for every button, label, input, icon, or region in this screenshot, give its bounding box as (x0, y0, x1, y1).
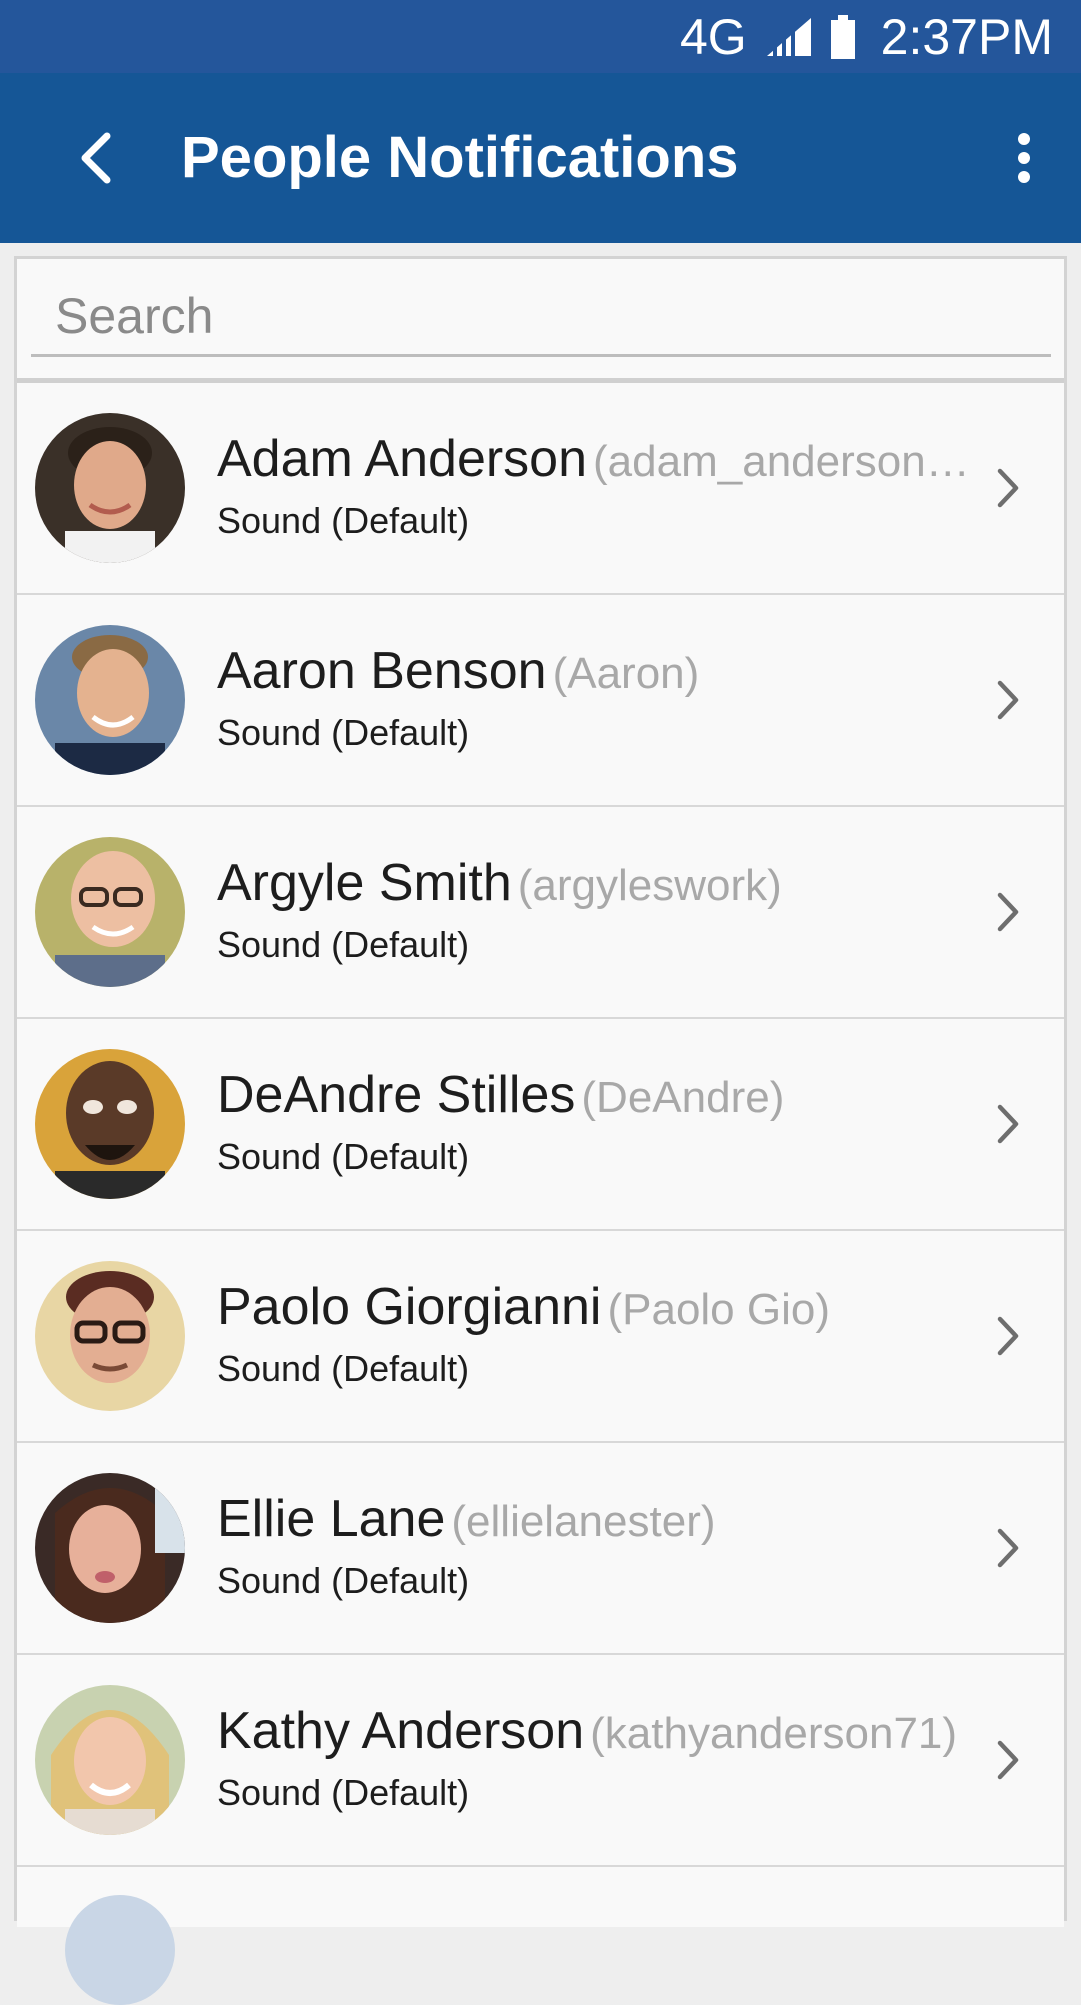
person-handle: (Paolo Gio) (607, 1285, 831, 1334)
people-panel: Adam Anderson(adam_anderson… Sound (Defa… (14, 256, 1067, 2005)
avatar (35, 1049, 185, 1199)
person-handle: (kathyanderson71) (590, 1709, 958, 1758)
avatar (35, 1473, 185, 1623)
person-handle: (adam_anderson… (593, 437, 970, 486)
list-item[interactable]: DeAndre Stilles (DeAndre) Sound (Default) (17, 1019, 1064, 1231)
page-title: People Notifications (181, 125, 739, 190)
person-name: Aaron Benson (217, 642, 547, 700)
person-handle: (ellielanester) (451, 1497, 716, 1546)
chevron-right-icon (997, 892, 1019, 932)
avatar (35, 413, 185, 563)
person-name: DeAndre Stilles (217, 1066, 576, 1124)
list-item[interactable]: Kathy Anderson (kathyanderson71) Sound (D… (17, 1655, 1064, 1867)
person-name: Ellie Lane (217, 1490, 446, 1548)
avatar (35, 625, 185, 775)
people-list: Adam Anderson (adam_anderson… Sound (Defa… (17, 383, 1064, 2005)
sound-setting: Sound (Default) (217, 712, 470, 753)
avatar (35, 1685, 185, 1835)
sound-setting: Sound (Default) (217, 924, 470, 965)
chevron-right-icon (997, 1528, 1019, 1568)
clock: 2:37PM (880, 8, 1053, 65)
avatar (35, 1261, 185, 1411)
search-input[interactable] (31, 277, 1051, 357)
person-name: Argyle Smith (217, 854, 512, 912)
person-handle: (Aaron) (552, 649, 700, 698)
person-name: Paolo Giorgianni (217, 1278, 602, 1336)
list-item[interactable]: Ellie Lane (ellielanester) Sound (Default… (17, 1443, 1064, 1655)
sound-setting: Sound (Default) (217, 1136, 470, 1177)
list-item[interactable]: Paolo Giorgianni (Paolo Gio) Sound (Defau… (17, 1231, 1064, 1443)
person-name: Kathy Anderson (217, 1702, 585, 1760)
back-button[interactable] (50, 113, 140, 203)
chevron-right-icon (997, 1104, 1019, 1144)
avatar (65, 1895, 175, 2005)
battery-icon (830, 14, 855, 59)
network-type: 4G (679, 8, 747, 65)
app-bar: People Notifications (0, 73, 1081, 243)
person-handle: (DeAndre) (581, 1073, 785, 1122)
sound-setting: Sound (Default) (217, 1348, 470, 1389)
back-arrow-icon (81, 132, 111, 184)
list-item-partial[interactable] (17, 1867, 1064, 2005)
sound-setting: Sound (Default) (217, 500, 470, 541)
list-item[interactable]: Aaron Benson (Aaron) Sound (Default) (17, 595, 1064, 807)
person-name: Adam Anderson (217, 430, 588, 488)
list-item[interactable]: Argyle Smith (argyleswork) Sound (Default… (17, 807, 1064, 1019)
chevron-right-icon (997, 468, 1019, 508)
person-handle: (argyleswork) (517, 861, 782, 910)
status-bar: 4G 2:37PM (0, 0, 1081, 73)
signal-icon (766, 17, 811, 56)
chevron-right-icon (997, 680, 1019, 720)
more-vert-icon (1018, 133, 1030, 183)
chevron-right-icon (997, 1316, 1019, 1356)
overflow-menu-button[interactable] (989, 113, 1059, 203)
search-area (17, 259, 1064, 383)
sound-setting: Sound (Default) (217, 1560, 470, 1601)
sound-setting: Sound (Default) (217, 1772, 470, 1813)
list-item[interactable]: Adam Anderson (adam_anderson… Sound (Defa… (17, 383, 1064, 595)
avatar (35, 837, 185, 987)
chevron-right-icon (997, 1740, 1019, 1780)
